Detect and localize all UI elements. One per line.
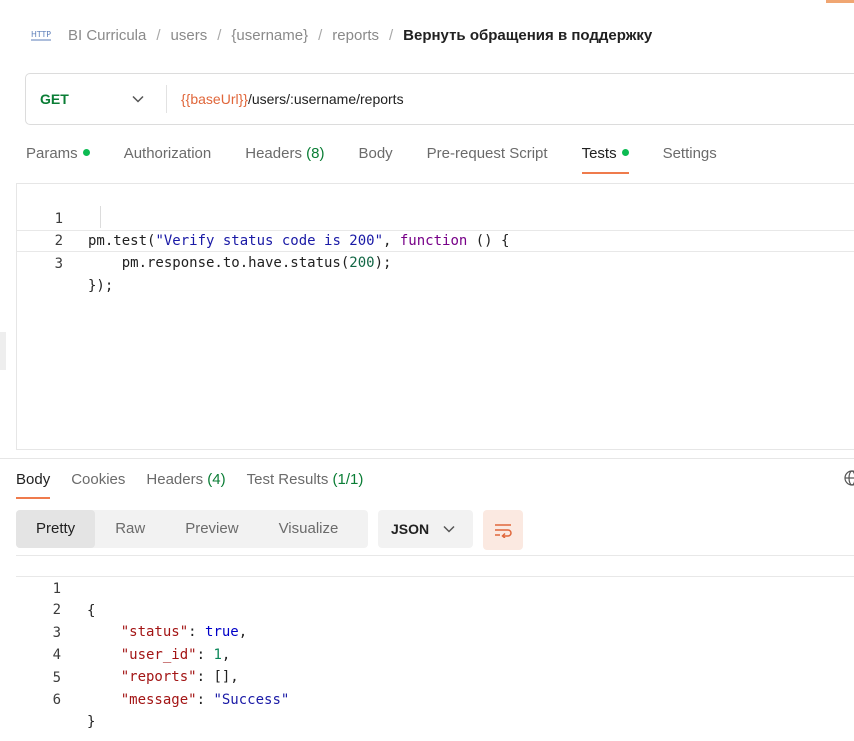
line-number: 3 [54, 256, 63, 272]
tab-pre-request-script[interactable]: Pre-request Script [427, 140, 548, 175]
http-icon: HTTP [31, 30, 51, 41]
code-line: 5 "message": "Success" [16, 645, 854, 708]
tab-response-headers[interactable]: Headers (4) [146, 466, 225, 501]
method-select[interactable]: GET [26, 74, 166, 124]
tab-label: Params [26, 145, 78, 162]
tab-label: Tests [581, 145, 617, 162]
wrap-lines-icon [495, 524, 512, 538]
breadcrumb-item[interactable]: {username} [231, 27, 308, 44]
tab-label: Settings [662, 145, 717, 162]
code-line: 2 pm.response.to.have.status(200); [17, 208, 854, 271]
code-line: 3 "user_id": 1, [16, 600, 854, 663]
breadcrumb-item[interactable]: reports [332, 27, 379, 44]
url-bar: GET {{baseUrl}}/users/:username/reports [25, 73, 854, 125]
code-line: 2 "status": true, [16, 577, 854, 640]
tab-headers[interactable]: Headers (8) [245, 140, 324, 175]
response-tabs: Body Cookies Headers (4) Test Results (1… [16, 466, 384, 501]
breadcrumb-item[interactable]: BI Curricula [68, 27, 146, 44]
divider [166, 85, 167, 113]
headers-count: (4) [207, 471, 226, 488]
globe-icon[interactable] [844, 470, 854, 486]
tab-label: Pre-request Script [426, 145, 548, 162]
code-text: pm.response.to.have.status(200); [88, 255, 392, 271]
code-text: } [87, 714, 96, 730]
tab-label: Body [358, 145, 393, 162]
line-number: 6 [52, 692, 61, 708]
svg-text:HTTP: HTTP [31, 30, 51, 39]
pane-divider[interactable] [0, 458, 854, 459]
wrap-lines-button[interactable] [483, 510, 523, 550]
tab-label: Cookies [71, 471, 126, 488]
method-label: GET [40, 91, 69, 107]
tests-editor[interactable]: 1 pm.test("Verify status code is 200", f… [16, 183, 854, 450]
tab-tests[interactable]: Tests [581, 140, 629, 175]
tab-label: Test Results [246, 471, 329, 488]
view-mode-visualize[interactable]: Visualize [259, 510, 359, 548]
params-status-dot [82, 149, 90, 156]
view-mode-switch: Pretty Raw Preview Visualize [16, 510, 368, 548]
code-line: 4 "reports": [], [16, 622, 854, 685]
tab-label: Authorization [123, 145, 212, 162]
url-input[interactable]: {{baseUrl}}/users/:username/reports [181, 91, 404, 107]
breadcrumb-separator: / [318, 26, 323, 44]
tests-status-dot [621, 149, 629, 156]
breadcrumb-separator: / [156, 26, 161, 44]
breadcrumb-separator: / [217, 26, 222, 44]
view-mode-raw[interactable]: Raw [95, 510, 165, 548]
breadcrumb-item[interactable]: users [171, 27, 208, 44]
tab-label: Headers [146, 471, 204, 488]
code-line: 1 pm.test("Verify status code is 200", f… [17, 186, 854, 249]
request-tabs: Params Authorization Headers (8) Body Pr… [26, 140, 751, 175]
tab-body[interactable]: Body [358, 140, 392, 175]
breadcrumb: HTTP BI Curricula / users / {username} /… [30, 22, 652, 48]
chevron-down-icon [443, 525, 455, 533]
test-results-count: (1/1) [332, 471, 364, 488]
tab-response-body[interactable]: Body [16, 466, 51, 501]
view-mode-preview[interactable]: Preview [165, 510, 258, 548]
tab-authorization[interactable]: Authorization [124, 140, 212, 175]
breadcrumb-separator: / [388, 26, 394, 44]
tab-test-results[interactable]: Test Results (1/1) [247, 466, 364, 501]
tab-label: Body [16, 471, 51, 488]
headers-count: (8) [306, 145, 325, 162]
tab-label: Headers [245, 145, 302, 162]
code-line: 6 } [16, 667, 854, 730]
code-text: }); [88, 278, 114, 294]
tab-cookies[interactable]: Cookies [71, 466, 125, 501]
code-line-active: 1 { [16, 555, 854, 619]
response-body[interactable]: 1 { 2 "status": true, 3 "user_id": 1, 4 … [0, 555, 854, 730]
view-mode-pretty[interactable]: Pretty [16, 510, 96, 548]
url-path: /users/:username/reports [247, 91, 404, 107]
resize-handle[interactable] [0, 332, 6, 370]
chevron-down-icon [132, 95, 144, 103]
code-line-active: 3 }); [17, 230, 854, 294]
code-text: "message": "Success" [120, 692, 290, 708]
tab-params[interactable]: Params [26, 140, 90, 175]
format-select[interactable]: JSON [378, 510, 473, 548]
tab-settings[interactable]: Settings [663, 140, 717, 175]
url-variable: {{baseUrl}} [181, 91, 248, 107]
format-select-label: JSON [391, 521, 430, 537]
top-accent-bar [826, 0, 854, 3]
request-name[interactable]: Вернуть обращения в поддержку [403, 27, 652, 44]
